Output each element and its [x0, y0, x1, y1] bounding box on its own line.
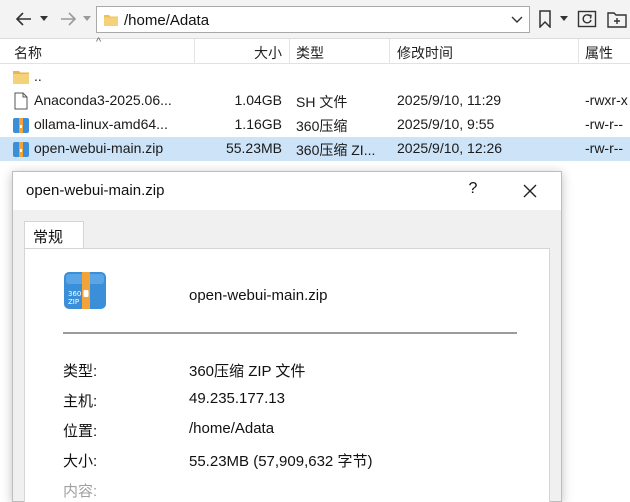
table-row-selected[interactable]: open-webui-main.zip 55.23MB 360压缩 ZI... …: [0, 137, 630, 161]
help-button[interactable]: ?: [461, 180, 485, 202]
file-modified: 2025/9/10, 12:26: [397, 140, 503, 156]
dialog-title-bar[interactable]: open-webui-main.zip ?: [13, 172, 561, 210]
history-dropdown-button[interactable]: [38, 7, 50, 31]
file-type: 360压缩: [296, 118, 348, 134]
file-attributes: -rw-r--: [585, 140, 624, 156]
dialog-title: open-webui-main.zip: [26, 182, 165, 199]
document-icon: [14, 92, 28, 110]
refresh-button[interactable]: [574, 7, 600, 31]
file-type: 360压缩 ZI...: [296, 142, 376, 158]
chevron-down-icon[interactable]: [510, 12, 524, 26]
size-label: 大小:: [63, 453, 98, 470]
column-header-size[interactable]: 大小: [254, 43, 282, 63]
forward-dropdown-button[interactable]: [82, 7, 92, 31]
new-folder-button[interactable]: [604, 7, 630, 31]
host-label: 主机:: [63, 393, 98, 410]
file-size: 1.04GB: [234, 92, 282, 108]
file-name: Anaconda3-2025.06...: [34, 92, 172, 108]
sort-ascending-icon: ^: [96, 36, 102, 48]
path-input[interactable]: /home/Adata: [96, 6, 530, 33]
toolbar: /home/Adata: [0, 0, 630, 39]
column-header-name[interactable]: 名称: [14, 43, 42, 63]
file-modified: 2025/9/10, 11:29: [397, 92, 502, 108]
host-value: 49.235.177.13: [189, 390, 285, 407]
column-header-row: ^ 名称 大小 类型 修改时间 属性: [0, 36, 630, 64]
dropdown-icon: [83, 16, 91, 21]
column-divider[interactable]: [194, 39, 195, 64]
file-name: open-webui-main.zip: [34, 140, 164, 156]
new-folder-icon: [607, 12, 627, 28]
back-arrow-icon: [15, 12, 31, 26]
refresh-icon: [577, 10, 597, 28]
bookmark-button[interactable]: [534, 7, 556, 31]
column-divider[interactable]: [578, 39, 579, 64]
zip-archive-icon: 360 ZIP: [64, 272, 106, 309]
location-label: 位置:: [63, 423, 98, 440]
folder-icon: [104, 15, 118, 26]
file-name: ..: [34, 68, 42, 84]
forward-arrow-icon: [61, 12, 77, 26]
path-text: /home/Adata: [124, 12, 210, 29]
zip-archive-icon: [13, 118, 29, 133]
column-divider[interactable]: [289, 39, 290, 64]
file-type: SH 文件: [296, 94, 348, 110]
column-divider[interactable]: [389, 39, 390, 64]
zip-archive-icon: [13, 142, 29, 157]
column-header-attributes[interactable]: 属性: [585, 43, 613, 63]
file-attributes: -rwxr-x: [585, 92, 628, 108]
divider: [63, 332, 517, 334]
file-attributes: -rw-r--: [585, 116, 624, 132]
back-button[interactable]: [10, 7, 38, 31]
column-header-modified[interactable]: 修改时间: [397, 43, 453, 63]
tab-bar: 常规: [13, 210, 561, 249]
svg-text:ZIP: ZIP: [68, 298, 79, 306]
close-icon[interactable]: [518, 179, 542, 203]
table-row[interactable]: ollama-linux-amd64... 1.16GB 360压缩 2025/…: [0, 113, 630, 137]
table-row[interactable]: Anaconda3-2025.06... 1.04GB SH 文件 2025/9…: [0, 89, 630, 113]
location-value: /home/Adata: [189, 420, 275, 437]
size-value: 55.23MB (57,909,632 字节): [189, 453, 373, 470]
bookmark-icon: [539, 10, 551, 28]
tab-general[interactable]: 常规: [24, 221, 84, 249]
contents-label: 内容:: [63, 483, 98, 500]
file-name: ollama-linux-amd64...: [34, 116, 168, 132]
file-name-field[interactable]: open-webui-main.zip: [189, 287, 327, 304]
type-value: 360压缩 ZIP 文件: [189, 363, 306, 380]
folder-icon: [13, 71, 29, 84]
bookmark-dropdown-button[interactable]: [558, 7, 570, 31]
tab-general-label: 常规: [33, 229, 64, 246]
dropdown-icon: [560, 16, 568, 21]
properties-dialog: open-webui-main.zip ? 常规 360 ZIP open-we…: [12, 171, 562, 502]
type-label: 类型:: [63, 363, 98, 380]
column-header-type[interactable]: 类型: [296, 43, 324, 63]
file-size: 1.16GB: [234, 116, 282, 132]
dropdown-icon: [40, 16, 48, 21]
forward-button[interactable]: [54, 7, 82, 31]
file-size: 55.23MB: [225, 140, 282, 156]
file-modified: 2025/9/10, 9:55: [397, 116, 495, 132]
general-panel: 360 ZIP open-webui-main.zip 类型: 360压缩 ZI…: [24, 248, 550, 502]
svg-text:360: 360: [68, 290, 81, 298]
table-row-parent-folder[interactable]: ..: [0, 65, 630, 89]
